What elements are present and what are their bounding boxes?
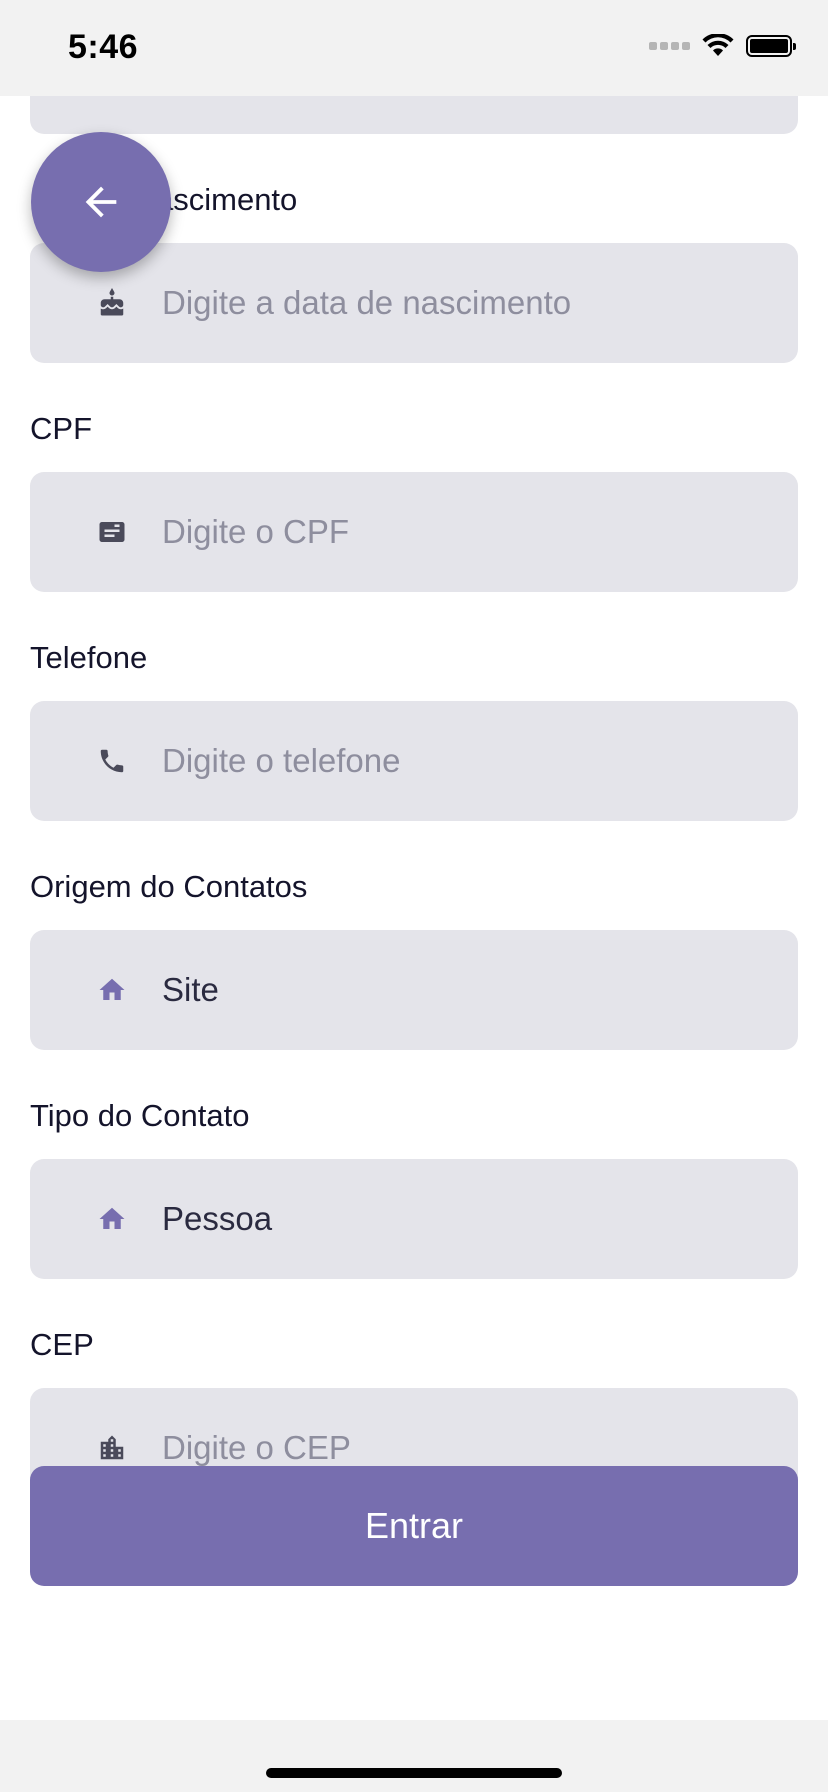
phone-label: Telefone	[30, 640, 148, 675]
home-icon	[92, 970, 132, 1010]
app-screen: 5:46 ascimento Digite a data de nascimen…	[0, 0, 828, 1792]
contact-origin-label: Origem do Contatos	[30, 869, 308, 904]
cep-label: CEP	[30, 1327, 94, 1362]
cellular-signal-icon	[649, 42, 690, 50]
cake-icon	[92, 283, 132, 323]
phone-placeholder: Digite o telefone	[162, 742, 401, 779]
cep-placeholder: Digite o CEP	[162, 1429, 351, 1466]
contact-origin-value: Site	[162, 971, 219, 1008]
status-time: 5:46	[68, 28, 139, 66]
contact-type-label: Tipo do Contato	[30, 1098, 250, 1133]
contact-type-select[interactable]: Pessoa	[30, 1159, 798, 1279]
previous-field-input[interactable]	[30, 96, 798, 134]
home-indicator[interactable]	[266, 1768, 562, 1778]
back-button[interactable]	[31, 132, 171, 272]
cpf-label: CPF	[30, 411, 92, 446]
phone-input[interactable]: Digite o telefone	[30, 701, 798, 821]
birthdate-label: ascimento	[156, 182, 298, 217]
id-card-icon	[92, 512, 132, 552]
home-indicator-area	[0, 1720, 828, 1792]
submit-button[interactable]: Entrar	[30, 1466, 798, 1586]
contact-origin-select[interactable]: Site	[30, 930, 798, 1050]
home-icon	[92, 1199, 132, 1239]
arrow-left-icon	[85, 186, 117, 218]
battery-icon	[746, 35, 796, 57]
cpf-placeholder: Digite o CPF	[162, 513, 350, 550]
contact-type-value: Pessoa	[162, 1200, 273, 1237]
status-icons	[649, 34, 796, 58]
phone-icon	[92, 741, 132, 781]
building-icon	[92, 1428, 132, 1468]
status-bar: 5:46	[0, 0, 828, 96]
wifi-icon	[702, 34, 734, 56]
birthdate-input[interactable]: Digite a data de nascimento	[30, 243, 798, 363]
cpf-input[interactable]: Digite o CPF	[30, 472, 798, 592]
birthdate-placeholder: Digite a data de nascimento	[162, 284, 572, 321]
